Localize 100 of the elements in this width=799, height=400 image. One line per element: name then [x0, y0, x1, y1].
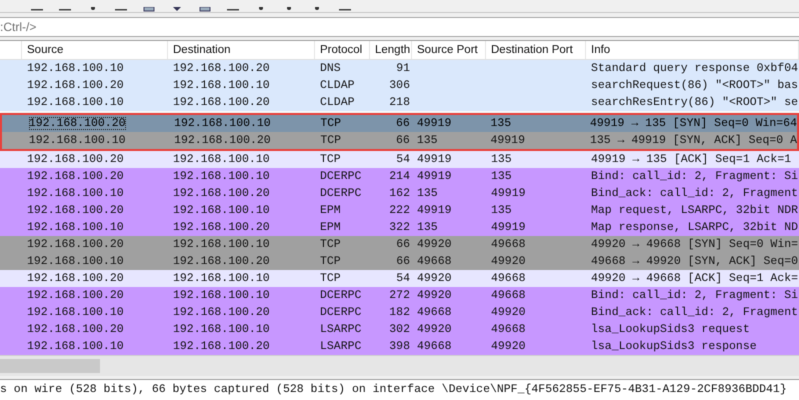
packet-row[interactable]: 192.168.100.20 192.168.100.10 TCP 66 49920 49668 49920 → 49668 [SYN] Seq=0 Win= — [0, 236, 799, 253]
table-cell: 49919 — [417, 170, 452, 183]
table-cell: 192.168.100.20 — [27, 153, 124, 166]
column-header[interactable]: Destination Port — [486, 41, 586, 59]
table-cell: 49920 — [417, 289, 452, 302]
table-cell: 49920 — [417, 323, 452, 336]
detail-line[interactable]: s on wire (528 bits), 66 bytes captured (528 bits) on interface \Device\NPF_{4F562855-EF75-4B31-A129-2CF8936BDD41} — [0, 380, 799, 398]
table-cell: 398 — [389, 340, 410, 353]
packet-row[interactable]: 192.168.100.20 192.168.100.10 TCP 54 49919 135 49919 → 135 [ACK] Seq=1 Ack=1 — [0, 151, 799, 168]
table-cell: 192.168.100.10 — [27, 340, 124, 353]
table-cell: 49920 — [491, 255, 526, 268]
packet-row[interactable]: 192.168.100.10 192.168.100.20 TCP 66 135 49919 135 → 49919 [SYN, ACK] Seq=0 A — [2, 132, 797, 149]
table-cell: searchRequest(86) "<ROOT>" bas — [591, 79, 798, 92]
toolbar-icon[interactable] — [142, 7, 156, 12]
table-cell: 91 — [396, 62, 410, 75]
scrollbar-thumb[interactable] — [0, 359, 100, 373]
packet-row[interactable]: 192.168.100.10 192.168.100.20 LSARPC 398 49668 49920 lsa_LookupSids3 response — [0, 338, 799, 355]
toolbar-icon[interactable] — [198, 7, 212, 12]
column-header[interactable]: Protocol — [315, 41, 370, 59]
table-cell: 306 — [389, 79, 410, 92]
column-header[interactable]: Length — [370, 41, 412, 59]
table-cell: 192.168.100.20 — [27, 79, 124, 92]
table-cell: 192.168.100.10 — [27, 306, 124, 319]
table-cell: 192.168.100.10 — [27, 96, 124, 109]
table-cell: 49920 — [417, 238, 452, 251]
table-cell: Bind: call_id: 2, Fragment: Si — [591, 289, 798, 302]
table-cell: 192.168.100.10 — [173, 323, 270, 336]
column-header[interactable]: Info — [586, 41, 799, 59]
table-cell: 66 — [396, 238, 410, 251]
table-cell: 192.168.100.10 — [27, 255, 124, 268]
table-cell: 49919 → 135 [SYN] Seq=0 Win=64 — [590, 117, 797, 130]
packet-row[interactable]: 192.168.100.10 192.168.100.20 DCERPC 162 135 49919 Bind_ack: call_id: 2, Fragment — [0, 185, 799, 202]
packet-row[interactable]: 192.168.100.10 192.168.100.20 EPM 322 135 49919 Map response, LSARPC, 32bit ND — [0, 219, 799, 236]
table-cell: TCP — [320, 255, 341, 268]
table-cell: CLDAP — [320, 96, 355, 109]
table-cell: DCERPC — [320, 306, 362, 319]
table-cell: 49919 — [491, 221, 526, 234]
table-cell: Map response, LSARPC, 32bit ND — [591, 221, 798, 234]
table-cell: 192.168.100.20 — [174, 134, 271, 147]
table-cell: DCERPC — [320, 187, 362, 200]
table-cell: 192.168.100.10 — [27, 187, 124, 200]
table-cell: 135 — [417, 221, 438, 234]
table-cell: 192.168.100.10 — [173, 238, 270, 251]
display-filter-field[interactable]: :Ctrl-/> — [0, 17, 799, 37]
table-cell: 192.168.100.20 — [27, 238, 124, 251]
table-cell: TCP — [320, 238, 341, 251]
table-cell: 49668 — [491, 289, 526, 302]
table-cell: 49668 — [417, 306, 452, 319]
packet-row[interactable]: 192.168.100.20 192.168.100.10 DCERPC 272 49920 49668 Bind: call_id: 2, Fragment: Si — [0, 287, 799, 304]
table-cell: 192.168.100.20 — [27, 272, 124, 285]
table-cell: Bind: call_id: 2, Fragment: Si — [591, 170, 798, 183]
column-header[interactable]: Source — [22, 41, 168, 59]
table-cell: 182 — [389, 306, 410, 319]
packet-row[interactable]: 192.168.100.20 192.168.100.10 TCP 66 49919 135 49919 → 135 [SYN] Seq=0 Win=64 — [2, 115, 797, 132]
table-cell: 135 — [416, 134, 438, 147]
table-cell: 192.168.100.10 — [27, 62, 124, 75]
table-cell: 49668 — [417, 255, 452, 268]
packet-row[interactable]: 192.168.100.20 192.168.100.10 TCP 54 49920 49668 49920 → 49668 [ACK] Seq=1 Ack= — [0, 270, 799, 287]
packet-row[interactable]: 192.168.100.10 192.168.100.20 DCERPC 182 49668 49920 Bind_ack: call_id: 2, Fragment — [0, 304, 799, 321]
packet-row[interactable]: 192.168.100.10 192.168.100.20 DNS 91 Standard query response 0xbf04 — [0, 60, 799, 77]
packet-row[interactable]: 192.168.100.20 192.168.100.10 CLDAP 306 searchRequest(86) "<ROOT>" bas — [0, 77, 799, 94]
table-cell: Standard query response 0xbf04 — [591, 62, 798, 75]
table-cell: 162 — [389, 187, 410, 200]
packet-row[interactable]: 192.168.100.20 192.168.100.10 EPM 222 49919 135 Map request, LSARPC, 32bit NDR — [0, 202, 799, 219]
table-cell: 49919 — [490, 134, 525, 147]
table-cell: 192.168.100.20 — [173, 255, 270, 268]
table-cell: 192.168.100.10 — [28, 134, 126, 147]
table-cell: TCP — [320, 134, 342, 147]
table-cell: 135 → 49919 [SYN, ACK] Seq=0 A — [590, 134, 797, 147]
table-cell: 49668 — [491, 272, 526, 285]
packet-row[interactable]: 192.168.100.20 192.168.100.10 DCERPC 214 49919 135 Bind: call_id: 2, Fragment: Si — [0, 168, 799, 185]
column-header[interactable]: Source Port — [412, 41, 486, 59]
packet-row[interactable]: 192.168.100.20 192.168.100.10 LSARPC 302 49920 49668 lsa_LookupSids3 request — [0, 321, 799, 338]
table-cell: 66 — [396, 117, 410, 130]
table-cell: 49919 — [417, 204, 452, 217]
table-cell: 192.168.100.20 — [28, 117, 126, 130]
table-cell: 49919 — [417, 153, 452, 166]
table-cell: LSARPC — [320, 340, 362, 353]
table-cell: 49668 → 49920 [SYN, ACK] Seq=0 — [591, 255, 798, 268]
column-header[interactable]: Destination — [168, 41, 315, 59]
table-cell: 192.168.100.20 — [173, 187, 270, 200]
table-cell: lsa_LookupSids3 response — [591, 340, 757, 353]
table-cell: 322 — [389, 221, 410, 234]
table-cell: 135 — [491, 204, 512, 217]
packet-row[interactable]: 192.168.100.10 192.168.100.20 CLDAP 218 searchResEntry(86) "<ROOT>" se — [0, 94, 799, 111]
table-cell: 49920 — [491, 306, 526, 319]
table-cell: LSARPC — [320, 323, 362, 336]
table-cell: 54 — [396, 272, 410, 285]
table-cell: 49919 — [416, 117, 452, 130]
table-cell: 49920 → 49668 [SYN] Seq=0 Win= — [591, 238, 798, 251]
table-cell: 192.168.100.10 — [173, 272, 270, 285]
table-cell: 49668 — [491, 323, 526, 336]
table-cell: 192.168.100.20 — [173, 96, 270, 109]
table-cell: Bind_ack: call_id: 2, Fragment — [591, 306, 798, 319]
table-cell: 302 — [389, 323, 410, 336]
table-cell: 192.168.100.10 — [174, 117, 271, 130]
table-cell: DCERPC — [320, 289, 362, 302]
table-cell: DCERPC — [320, 170, 362, 183]
packet-row[interactable]: 192.168.100.10 192.168.100.20 TCP 66 49668 49920 49668 → 49920 [SYN, ACK] Seq=0 — [0, 253, 799, 270]
table-cell: 49919 → 135 [ACK] Seq=1 Ack=1 — [591, 153, 792, 166]
